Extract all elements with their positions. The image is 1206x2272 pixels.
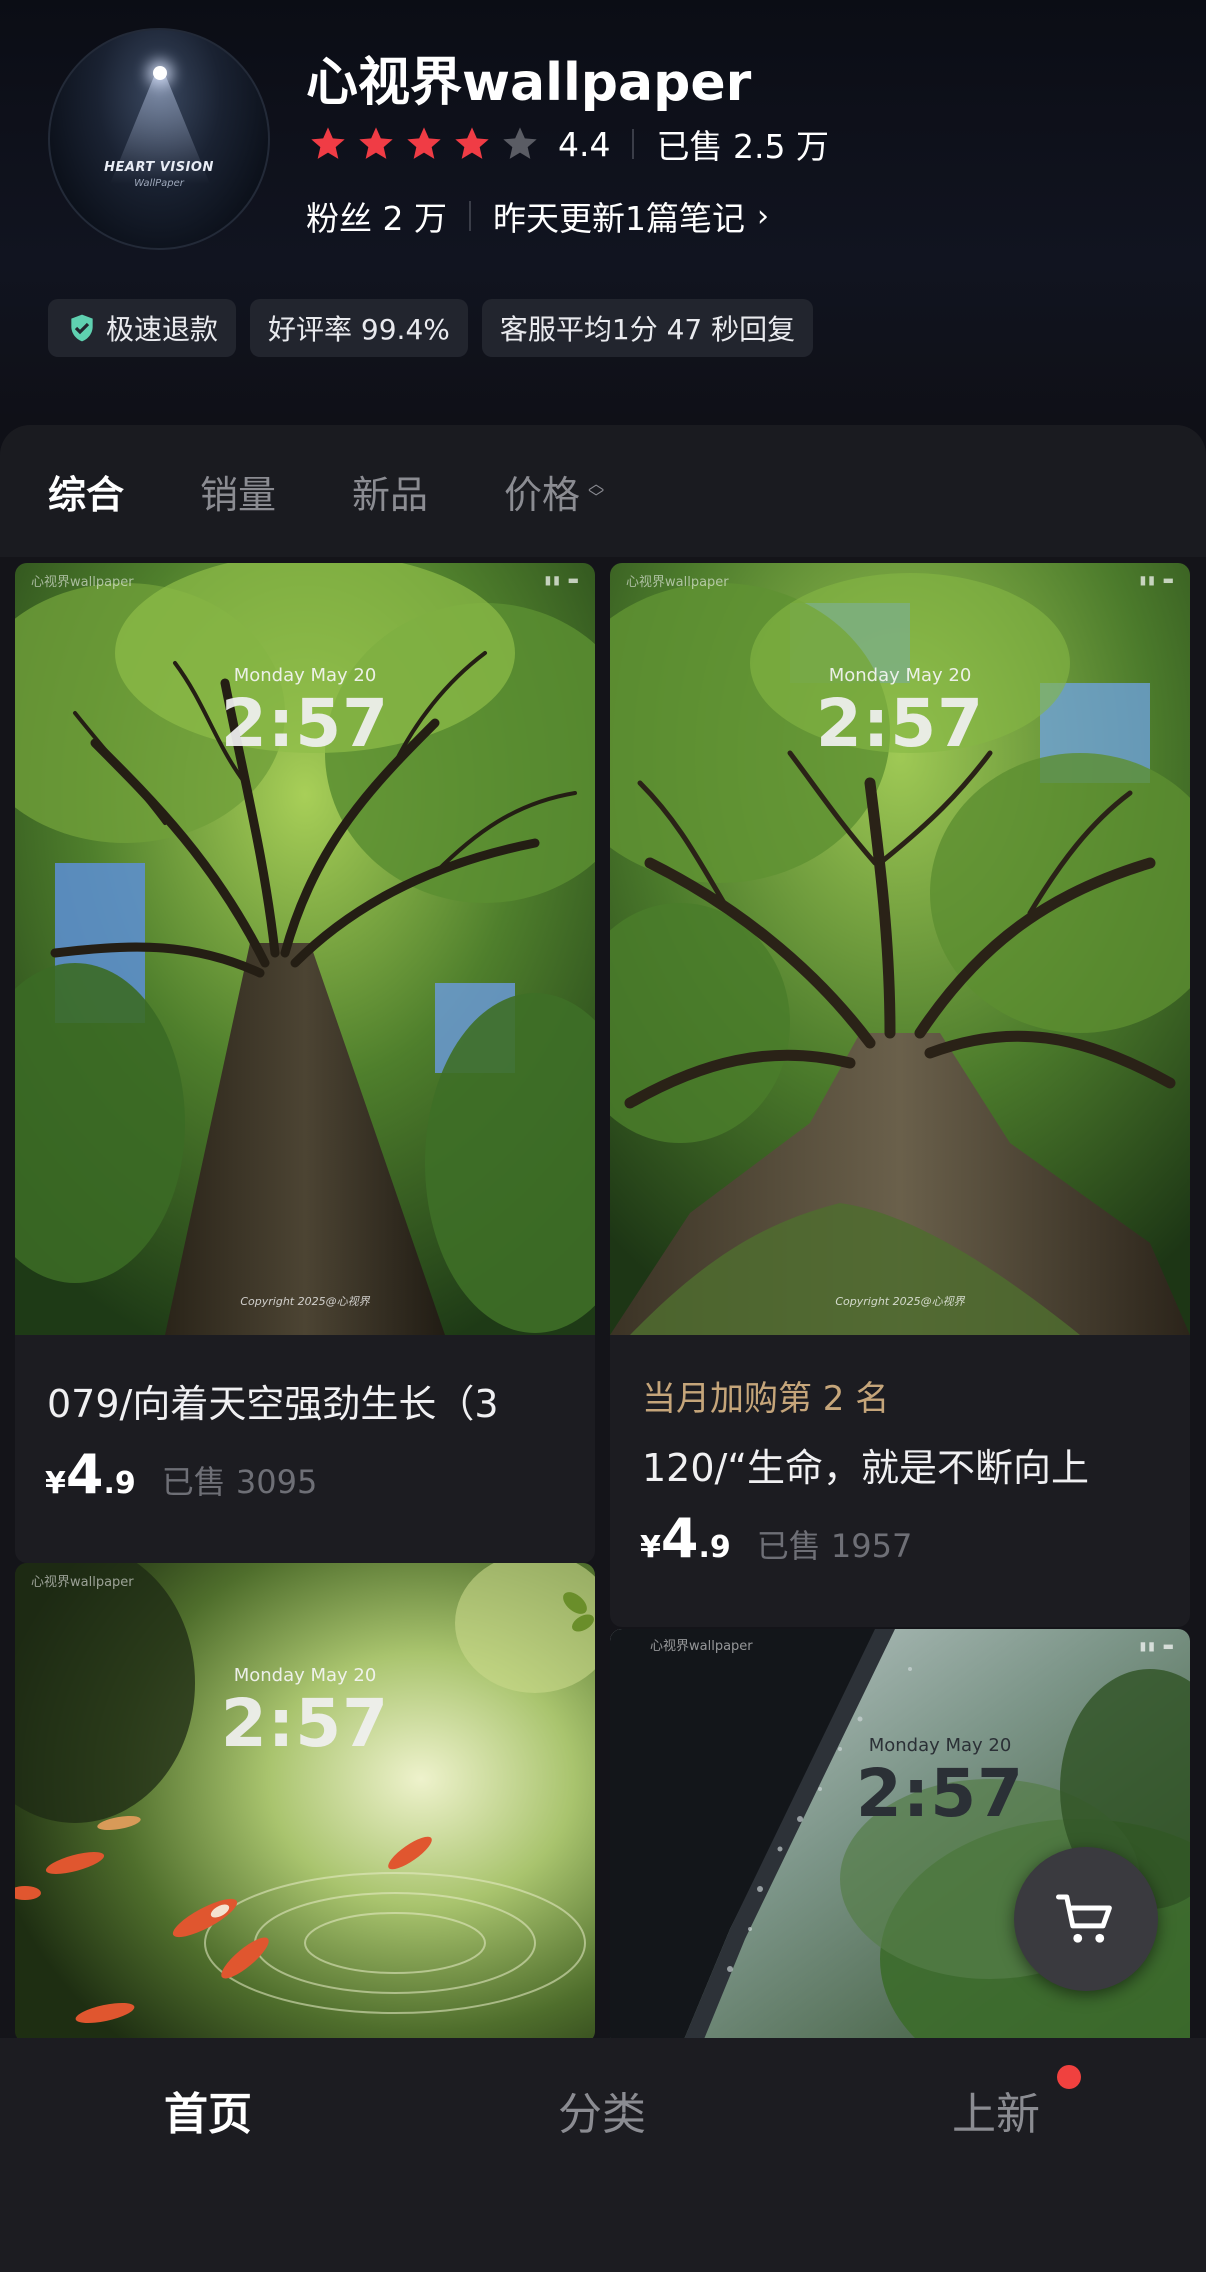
lock-time: 2:57 bbox=[855, 1755, 1025, 1832]
sort-tabs: 综合 销量 新品 价格 ︿ ﹀ bbox=[0, 425, 1206, 557]
badge-service-reply[interactable]: 客服平均1分 47 秒回复 bbox=[481, 299, 814, 357]
status-bar-icon: ▮▮ ▬ bbox=[1139, 573, 1176, 587]
product-title: 079/向着天空强劲生长（3 bbox=[47, 1382, 499, 1426]
star-icon bbox=[311, 127, 345, 159]
badge-label: 客服平均1分 47 秒回复 bbox=[499, 313, 796, 346]
lock-time: 2:57 bbox=[220, 1685, 390, 1762]
badge-label: 极速退款 bbox=[106, 313, 219, 346]
sold-count: 已售 3095 bbox=[161, 1463, 318, 1501]
cart-icon bbox=[1056, 1894, 1112, 1943]
update-info[interactable]: 昨天更新1篇笔记 bbox=[493, 192, 745, 240]
star-icon bbox=[407, 127, 441, 159]
lock-date: Monday May 20 bbox=[233, 1665, 377, 1686]
product-image[interactable]: 心视界wallpaper Monday May 20 2:57 bbox=[15, 1563, 595, 2043]
shop-name: 心视界wallpaper bbox=[306, 53, 752, 113]
avatar-brand: HEART VISION bbox=[104, 160, 214, 175]
rating-value: 4.4 bbox=[558, 124, 611, 164]
divider bbox=[468, 201, 471, 231]
star-empty-icon bbox=[503, 127, 537, 159]
shop-header: HEART VISION WallPaper 心视界wallpaper 4.4 … bbox=[0, 0, 1206, 430]
copyright-text: Copyright 2025@心视界 bbox=[240, 1295, 370, 1308]
tab-comprehensive[interactable]: 综合 bbox=[48, 464, 124, 519]
product-price: ¥ 4 .9 已售 3095 bbox=[45, 1443, 318, 1506]
lock-date: Monday May 20 bbox=[233, 665, 377, 686]
chevron-right-icon: › bbox=[756, 198, 769, 234]
product-image[interactable]: 心视界wallpaper ▮▮ ▬ Monday May 20 2:57 Cop… bbox=[610, 563, 1190, 1335]
lamp-icon bbox=[153, 66, 167, 80]
wallpaper-watermark: 心视界wallpaper bbox=[31, 575, 134, 590]
service-badges: 极速退款 好评率 99.4% 客服平均1分 47 秒回复 bbox=[48, 299, 814, 357]
notification-dot bbox=[1057, 2065, 1081, 2089]
product-card[interactable]: 心视界wallpaper Monday May 20 2:57 bbox=[15, 1563, 595, 2043]
koi-pond-wallpaper-image bbox=[15, 1563, 595, 2043]
divider bbox=[632, 129, 635, 159]
wallpaper-watermark: 心视界wallpaper bbox=[626, 575, 729, 590]
wallpaper-watermark: 心视界wallpaper bbox=[31, 1575, 134, 1590]
lock-time: 2:57 bbox=[220, 685, 390, 762]
nav-home[interactable]: 首页 bbox=[108, 2078, 308, 2142]
sold-count: 已售 1957 bbox=[756, 1527, 913, 1565]
rank-badge: 当月加购第 2 名 bbox=[642, 1379, 890, 1419]
shield-check-icon bbox=[71, 314, 93, 342]
sold-total: 已售 2.5 万 bbox=[656, 127, 829, 166]
badge-fast-refund[interactable]: 极速退款 bbox=[48, 299, 237, 357]
tab-price[interactable]: 价格 ︿ ﹀ bbox=[504, 464, 604, 519]
meta-row[interactable]: 粉丝 2 万 昨天更新1篇笔记 › bbox=[306, 190, 769, 242]
product-title: 120/“生命，就是不断向上 bbox=[642, 1446, 1090, 1490]
lock-date: Monday May 20 bbox=[868, 1735, 1012, 1756]
tab-new[interactable]: 新品 bbox=[352, 464, 428, 519]
bottom-nav: 首页 分类 上新 bbox=[0, 2038, 1206, 2272]
badge-label: 好评率 99.4% bbox=[268, 313, 450, 346]
badge-good-rate[interactable]: 好评率 99.4% bbox=[250, 299, 468, 357]
product-panel: 综合 销量 新品 价格 ︿ ﹀ 心视界wallpaper ▮▮ ▬ Monday… bbox=[0, 425, 1206, 2045]
cart-button[interactable] bbox=[1014, 1847, 1158, 1991]
wallpaper-watermark: 心视界wallpaper bbox=[650, 1639, 753, 1654]
status-bar-icon: ▮▮ ▬ bbox=[1139, 1639, 1176, 1653]
shop-page: HEART VISION WallPaper 心视界wallpaper 4.4 … bbox=[0, 0, 1206, 2272]
product-image[interactable]: 心视界wallpaper ▮▮ ▬ Monday May 20 2:57 Cop… bbox=[15, 563, 595, 1335]
fans-count: 粉丝 2 万 bbox=[306, 199, 447, 238]
copyright-text: Copyright 2025@心视界 bbox=[835, 1295, 965, 1308]
nav-category[interactable]: 分类 bbox=[502, 2078, 702, 2142]
star-icon bbox=[359, 127, 393, 159]
sort-arrows-icon: ︿ ﹀ bbox=[588, 474, 605, 507]
tab-sales[interactable]: 销量 bbox=[200, 464, 276, 519]
rating-row: 4.4 已售 2.5 万 bbox=[308, 118, 829, 170]
status-bar-icon: ▮▮ ▬ bbox=[544, 573, 581, 587]
shop-avatar[interactable]: HEART VISION WallPaper bbox=[48, 28, 270, 250]
lock-time: 2:57 bbox=[815, 685, 985, 762]
lock-date: Monday May 20 bbox=[828, 665, 972, 686]
product-price: ¥ 4 .9 已售 1957 bbox=[640, 1507, 913, 1570]
avatar-sub: WallPaper bbox=[134, 178, 184, 189]
product-card[interactable]: 心视界wallpaper ▮▮ ▬ Monday May 20 2:57 Cop… bbox=[15, 563, 595, 1563]
star-icon bbox=[455, 127, 489, 159]
product-card[interactable]: 心视界wallpaper ▮▮ ▬ Monday May 20 2:57 Cop… bbox=[610, 563, 1190, 1627]
